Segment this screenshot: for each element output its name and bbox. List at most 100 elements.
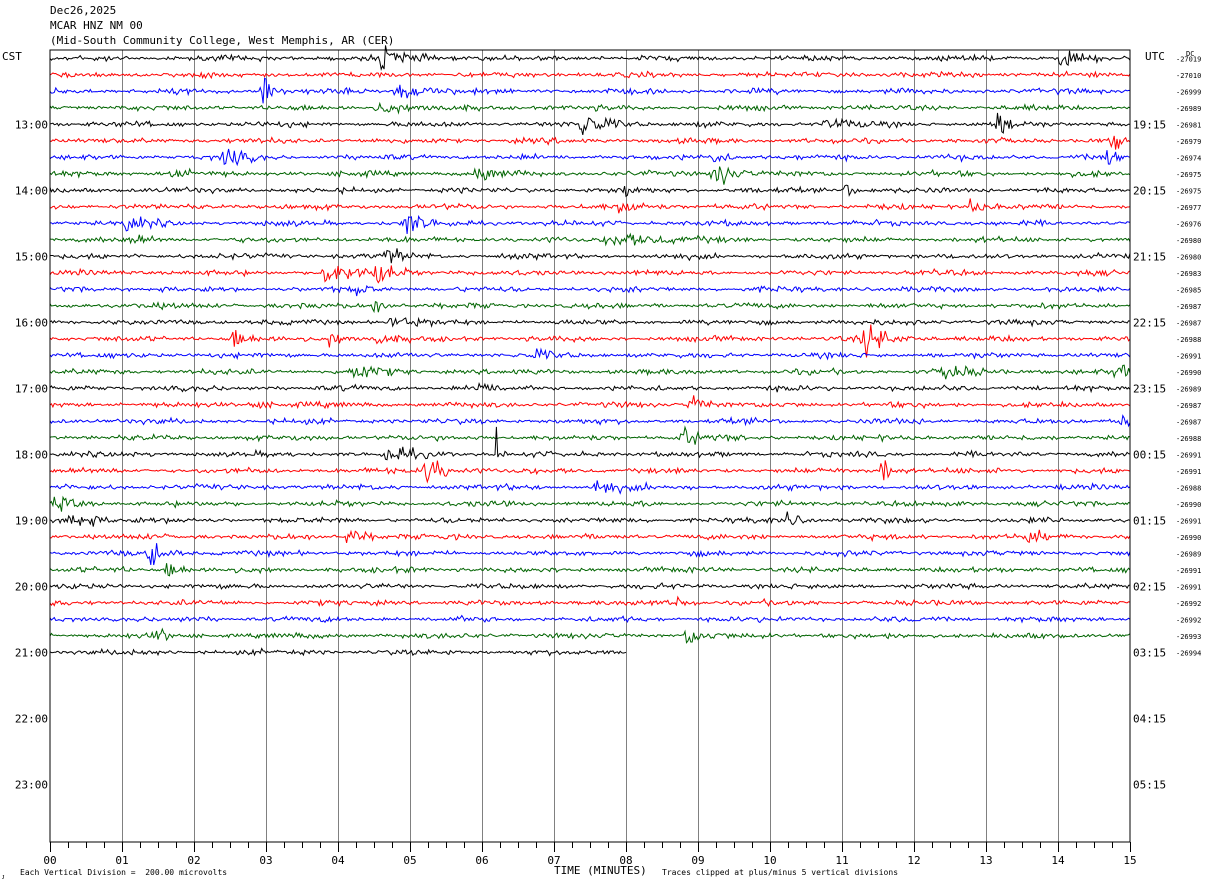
utc-hour-label: 00:15	[1133, 448, 1166, 461]
station-label: MCAR HNZ NM 00	[50, 19, 143, 32]
seismic-trace-row-35	[49, 627, 1131, 644]
x-tick-label: 11	[835, 854, 848, 867]
date-label: Dec26,2025	[50, 4, 117, 17]
seismic-trace-row-3	[49, 101, 1131, 115]
x-tick-label: 05	[403, 854, 416, 867]
dc-offset-label: -26991	[1176, 583, 1201, 591]
x-tick-label: 15	[1123, 854, 1136, 867]
seismic-trace-row-9	[49, 198, 1131, 214]
x-tick-label: 01	[115, 854, 128, 867]
x-tick-label: 06	[475, 854, 488, 867]
dc-offset-label: -26994	[1176, 649, 1201, 657]
dc-offset-label: -26975	[1176, 171, 1201, 179]
dc-offset-label: -26990	[1176, 501, 1201, 509]
seismic-trace-row-29	[49, 529, 1131, 544]
dc-offset-label: -26975	[1176, 187, 1201, 195]
seismic-trace-row-28	[49, 511, 1131, 527]
seismic-trace-row-15	[49, 300, 1131, 314]
dc-offset-label: -26992	[1176, 616, 1201, 624]
x-axis-title: TIME (MINUTES)	[554, 864, 647, 877]
seismic-trace-row-7	[49, 166, 1131, 185]
seismic-trace-row-20	[49, 382, 1131, 394]
seismic-trace-row-27	[49, 495, 1131, 512]
dc-offset-label: -26991	[1176, 468, 1201, 476]
cst-hour-label: 14:00	[15, 184, 48, 197]
dc-offset-label: -26987	[1176, 303, 1201, 311]
x-tick-label: 02	[187, 854, 200, 867]
cst-hour-label: 13:00	[15, 118, 48, 131]
dc-offset-label: -26993	[1176, 633, 1201, 641]
seismic-trace-row-23	[49, 425, 1131, 445]
seismic-trace-row-4	[49, 112, 1131, 136]
x-tick-label: 00	[43, 854, 56, 867]
x-tick-label: 04	[331, 854, 345, 867]
seismic-trace-row-12	[49, 248, 1131, 264]
seismic-trace-row-10	[50, 214, 1131, 234]
location-label: (Mid-South Community College, West Memph…	[50, 34, 395, 47]
x-tick-label: 14	[1051, 854, 1065, 867]
dc-offset-label: -26979	[1176, 138, 1201, 146]
dc-offset-label: -26980	[1176, 253, 1201, 261]
dc-offset-label: -26991	[1176, 352, 1201, 360]
seismic-trace-row-32	[49, 582, 1131, 591]
utc-hour-label: 03:15	[1133, 646, 1166, 659]
seismic-trace-row-6	[49, 148, 1131, 167]
corner-mark: ᴊ	[2, 872, 5, 881]
seismic-trace-row-31	[49, 563, 1131, 577]
seismic-trace-row-30	[49, 543, 1131, 566]
utc-hour-label: 05:15	[1133, 778, 1166, 791]
dc-offset-label: -26999	[1176, 88, 1201, 96]
utc-hour-label: 02:15	[1133, 580, 1166, 593]
dc-offset-label: -26980	[1176, 237, 1201, 245]
clip-note: Traces clipped at plus/minus 5 vertical …	[662, 868, 899, 877]
dc-offset-label: -26981	[1176, 121, 1201, 129]
dc-offset-label: -26989	[1176, 550, 1201, 558]
x-tick-label: 03	[259, 854, 272, 867]
dc-label: DC	[1186, 50, 1195, 58]
dc-offset-label: -26989	[1176, 105, 1201, 113]
seismic-trace-row-26	[49, 480, 1131, 495]
cst-hour-label: 18:00	[15, 448, 48, 461]
helicorder-plot: 00 01 02 03 04 05 06 07 08 09 10 11 12 13 14 15 13:0014…	[15, 45, 1201, 867]
seismic-trace-row-21	[49, 395, 1131, 410]
cst-hour-label: 21:00	[15, 646, 48, 659]
dc-offset-label: -26992	[1176, 600, 1201, 608]
dc-offset-label: -26991	[1176, 567, 1201, 575]
dc-offset-label: -26990	[1176, 534, 1201, 542]
x-tick-label: 12	[907, 854, 920, 867]
seismic-trace-row-0	[49, 45, 1131, 71]
dc-offset-label: -26985	[1176, 286, 1201, 294]
dc-offset-label: -26987	[1176, 418, 1201, 426]
seismic-trace-row-8	[49, 184, 1131, 198]
seismic-trace-row-18	[49, 347, 1131, 361]
dc-offset-label: -26977	[1176, 204, 1201, 212]
x-tick-label: 13	[979, 854, 992, 867]
seismic-trace-row-5	[49, 135, 1131, 150]
axis-labels: 13:00 14:00 15:00 16:00 17:00 18:00 19:00 20:00…	[15, 55, 1201, 791]
dc-offset-label: -26990	[1176, 369, 1201, 377]
scale-note: Each Vertical Division = 200.00 microvol…	[20, 868, 228, 877]
dc-offset-label: -26988	[1176, 336, 1201, 344]
dc-offset-label: -26974	[1176, 154, 1201, 162]
dc-offset-label: -26987	[1176, 402, 1201, 410]
seismic-trace-row-34	[49, 614, 1131, 624]
seismic-trace-row-24	[49, 426, 1131, 461]
utc-hour-label: 04:15	[1133, 712, 1166, 725]
seismic-trace-row-11	[49, 232, 1131, 247]
dc-offset-label: -27010	[1176, 72, 1201, 80]
dc-offset-label: -26976	[1176, 220, 1201, 228]
utc-hour-label: 21:15	[1133, 250, 1166, 263]
seismic-trace-row-13	[49, 265, 1131, 284]
minute-gridlines	[122, 50, 1059, 842]
dc-offset-label: -26987	[1176, 319, 1201, 327]
seismic-trace-row-16	[49, 316, 1131, 328]
cst-label: CST	[2, 50, 22, 63]
x-tick-label: 09	[691, 854, 704, 867]
cst-hour-label: 15:00	[15, 250, 48, 263]
dc-offset-label: -26989	[1176, 385, 1201, 393]
cst-hour-label: 23:00	[15, 778, 48, 791]
utc-hour-label: 23:15	[1133, 382, 1166, 395]
dc-offset-label: -26988	[1176, 435, 1201, 443]
seismic-trace-row-14	[49, 284, 1131, 297]
cst-hour-label: 17:00	[15, 382, 48, 395]
